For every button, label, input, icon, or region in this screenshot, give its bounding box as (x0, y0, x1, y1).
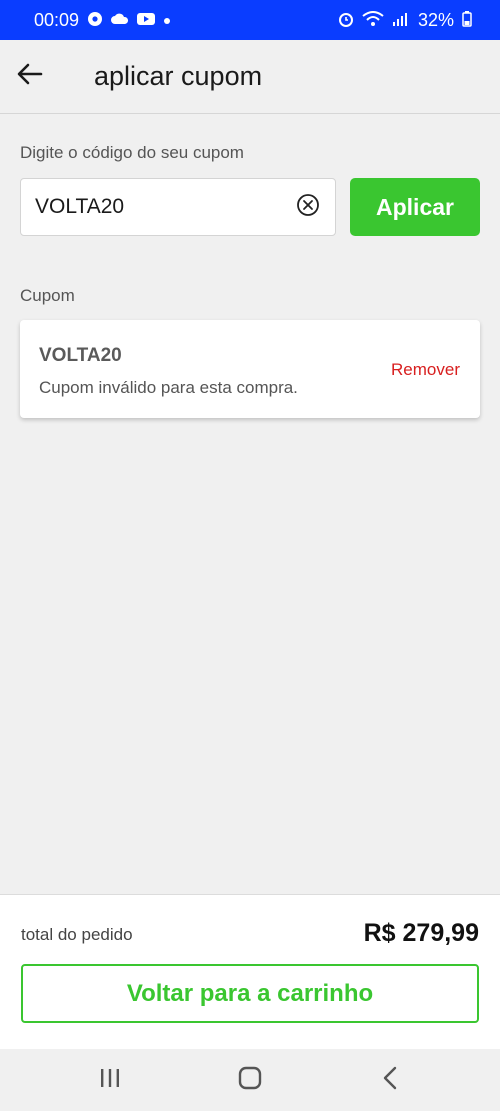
clear-circle-icon (296, 193, 320, 222)
status-time: 00:09 (34, 9, 80, 30)
back-to-cart-button[interactable]: Voltar para a carrinho (21, 964, 479, 1023)
coupon-card: VOLTA20 Cupom inválido para esta compra.… (20, 320, 480, 418)
coupon-input[interactable]: VOLTA20 (20, 178, 336, 236)
wifi-icon (362, 11, 384, 29)
status-left: 00:09 (34, 10, 171, 31)
status-right: 32% (338, 10, 472, 31)
back-button[interactable] (2, 49, 58, 105)
soccer-ball-icon (87, 11, 103, 29)
youtube-icon (137, 12, 156, 28)
chevron-left-icon (382, 1066, 398, 1095)
coupon-input-value[interactable]: VOLTA20 (35, 195, 295, 219)
total-label: total do pedido (21, 925, 133, 944)
clear-button[interactable] (295, 193, 321, 222)
status-bar: 00:09 32% (0, 0, 500, 40)
system-back-button[interactable] (360, 1055, 420, 1105)
coupon-input-label: Digite o código do seu cupom (20, 143, 244, 162)
battery-icon (462, 11, 472, 29)
signal-icon (392, 12, 410, 28)
coupon-code: VOLTA20 (39, 345, 122, 366)
order-footer: total do pedido R$ 279,99 Voltar para a … (0, 894, 500, 1049)
recent-apps-button[interactable] (80, 1055, 140, 1105)
home-icon (238, 1066, 262, 1095)
arrow-left-icon (17, 63, 43, 90)
home-button[interactable] (220, 1055, 280, 1105)
apply-button[interactable]: Aplicar (350, 178, 480, 236)
alarm-icon (338, 11, 354, 29)
app-bar: aplicar cupom (0, 40, 500, 114)
page-title: aplicar cupom (94, 61, 263, 91)
coupon-error-message: Cupom inválido para esta compra. (39, 378, 298, 397)
coupon-section-label: Cupom (20, 286, 75, 305)
system-nav-bar (0, 1049, 500, 1111)
battery-percent: 32% (417, 9, 454, 30)
total-value: R$ 279,99 (363, 919, 479, 947)
remove-coupon-button[interactable]: Remover (391, 360, 460, 380)
recent-apps-icon (99, 1068, 121, 1093)
notification-dot-icon (163, 13, 171, 27)
cloud-icon (111, 12, 129, 28)
